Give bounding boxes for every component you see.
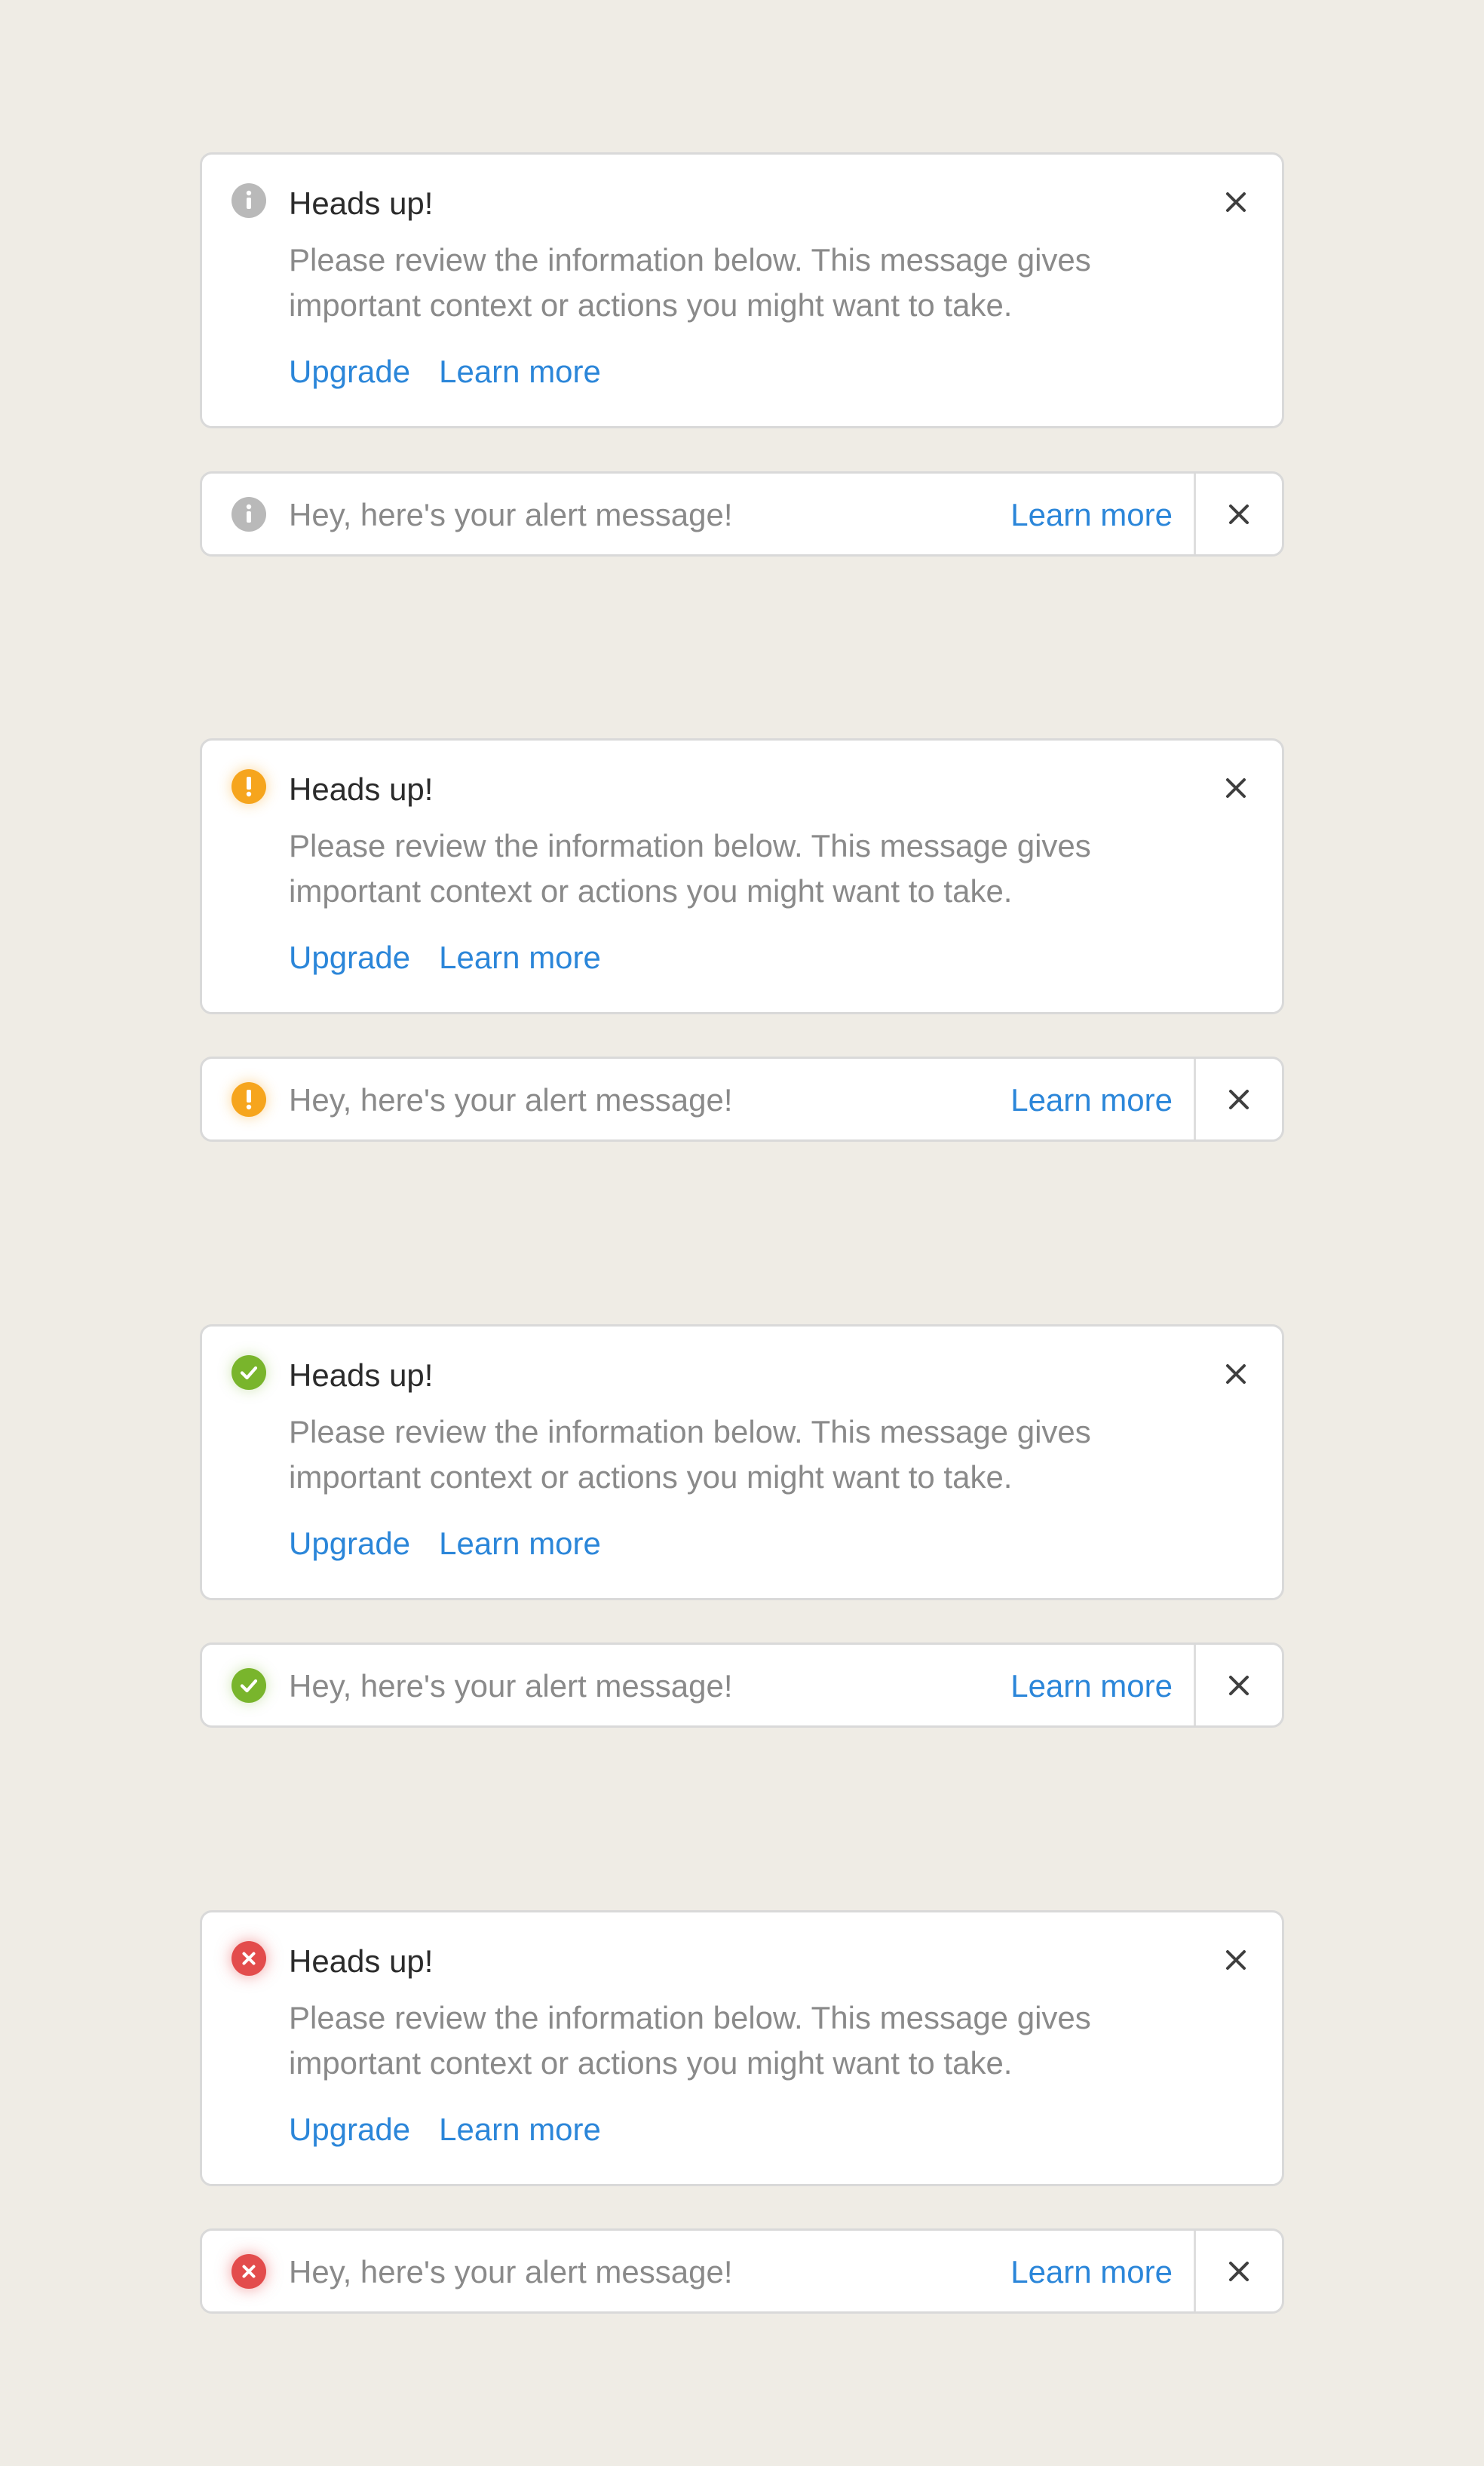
learn-more-link[interactable]: Learn more (439, 2112, 601, 2147)
alert-actions: Upgrade Learn more (289, 2110, 601, 2149)
close-icon[interactable] (1220, 495, 1258, 533)
check-icon (231, 1668, 266, 1703)
alert-actions: Upgrade Learn more (289, 352, 601, 391)
learn-more-link[interactable]: Learn more (1010, 1081, 1173, 1120)
alert-actions: Upgrade Learn more (289, 938, 601, 977)
alert-title: Heads up! (289, 186, 434, 221)
learn-more-link[interactable]: Learn more (439, 354, 601, 389)
upgrade-link[interactable]: Upgrade (289, 940, 410, 975)
upgrade-link[interactable]: Upgrade (289, 1526, 410, 1561)
alert-title: Heads up! (289, 771, 434, 807)
close-icon[interactable] (1217, 1941, 1255, 1979)
learn-more-link[interactable]: Learn more (439, 1526, 601, 1561)
alert-message: Hey, here's your alert message! (289, 1082, 733, 1118)
alert-body: Please review the information below. Thi… (289, 828, 1091, 909)
divider (1194, 1059, 1196, 1139)
error-icon (231, 2254, 266, 2289)
info-icon (231, 183, 266, 218)
learn-more-link[interactable]: Learn more (439, 940, 601, 975)
learn-more-link[interactable]: Learn more (1010, 2253, 1173, 2292)
divider (1194, 474, 1196, 554)
info-icon (231, 497, 266, 532)
alert-info-expanded: Heads up! Please review the information … (200, 152, 1284, 428)
divider (1194, 2231, 1196, 2311)
alert-warning-inline: Hey, here's your alert message! Learn mo… (200, 1057, 1284, 1142)
close-icon[interactable] (1220, 1667, 1258, 1704)
divider (1194, 1645, 1196, 1725)
alert-title: Heads up! (289, 1357, 434, 1393)
learn-more-link[interactable]: Learn more (1010, 1667, 1173, 1706)
alert-warning-expanded: Heads up! Please review the information … (200, 738, 1284, 1014)
close-icon[interactable] (1220, 1081, 1258, 1118)
alert-error-inline: Hey, here's your alert message! Learn mo… (200, 2228, 1284, 2314)
warning-icon (231, 769, 266, 804)
alert-title: Heads up! (289, 1943, 434, 1979)
alert-body: Please review the information below. Thi… (289, 2000, 1091, 2081)
alert-message: Hey, here's your alert message! (289, 1668, 733, 1704)
alert-message: Hey, here's your alert message! (289, 497, 733, 532)
alert-message: Hey, here's your alert message! (289, 2254, 733, 2290)
upgrade-link[interactable]: Upgrade (289, 2112, 410, 2147)
alert-body: Please review the information below. Thi… (289, 242, 1091, 323)
alert-success-expanded: Heads up! Please review the information … (200, 1324, 1284, 1600)
close-icon[interactable] (1217, 1355, 1255, 1393)
alert-body: Please review the information below. Thi… (289, 1414, 1091, 1495)
alert-success-inline: Hey, here's your alert message! Learn mo… (200, 1642, 1284, 1728)
upgrade-link[interactable]: Upgrade (289, 354, 410, 389)
close-icon[interactable] (1220, 2253, 1258, 2290)
alert-info-inline: Hey, here's your alert message! Learn mo… (200, 471, 1284, 557)
close-icon[interactable] (1217, 183, 1255, 221)
warning-icon (231, 1082, 266, 1117)
alert-actions: Upgrade Learn more (289, 1524, 601, 1563)
learn-more-link[interactable]: Learn more (1010, 495, 1173, 535)
close-icon[interactable] (1217, 769, 1255, 807)
error-icon (231, 1941, 266, 1976)
check-icon (231, 1355, 266, 1390)
alert-error-expanded: Heads up! Please review the information … (200, 1910, 1284, 2186)
